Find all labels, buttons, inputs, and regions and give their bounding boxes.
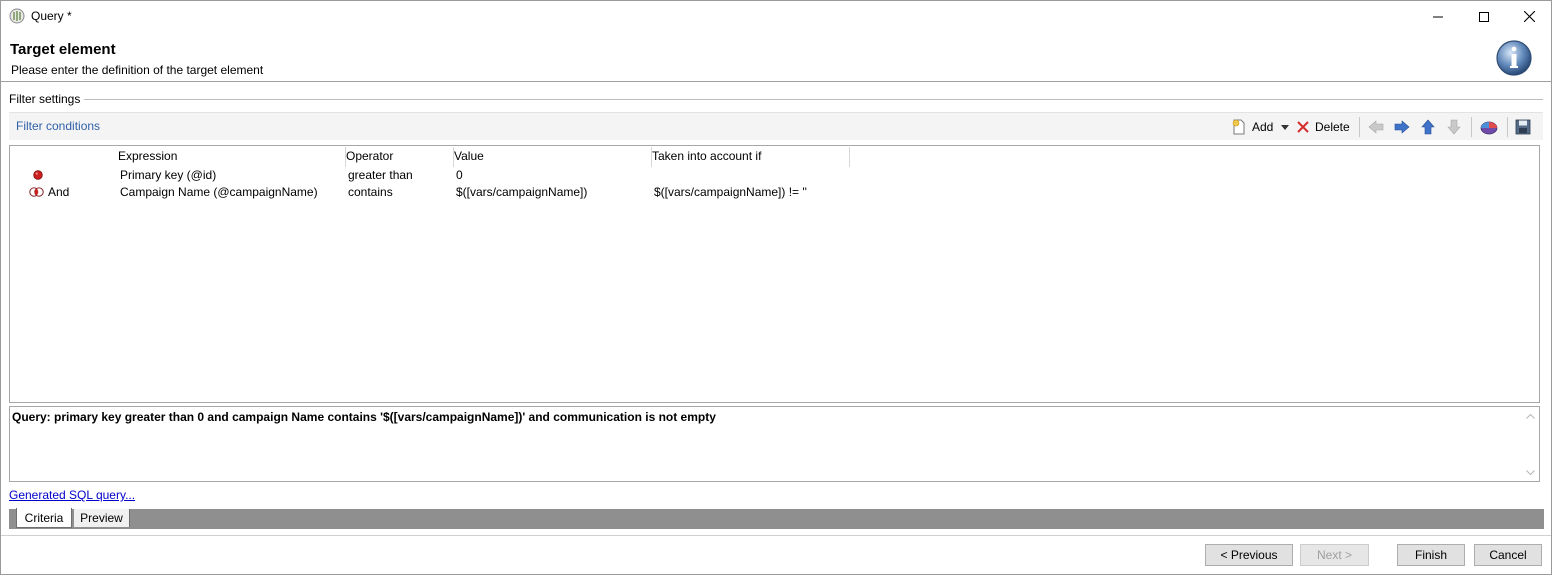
row-taken-into-account: $([vars/campaignName]) != '' bbox=[654, 185, 807, 199]
chevron-down-icon[interactable] bbox=[1281, 124, 1290, 130]
row-operator: contains bbox=[348, 185, 393, 199]
vertical-scrollbar[interactable] bbox=[1522, 407, 1539, 481]
move-left-button[interactable] bbox=[1368, 117, 1384, 137]
arrow-left-icon bbox=[1368, 120, 1384, 134]
row-expression: Primary key (@id) bbox=[120, 168, 217, 182]
maximize-button[interactable] bbox=[1461, 1, 1507, 32]
generated-sql-link[interactable]: Generated SQL query... bbox=[9, 488, 135, 502]
column-divider bbox=[849, 147, 850, 167]
app-icon bbox=[9, 8, 25, 24]
tab-strip: Criteria Preview bbox=[9, 508, 1544, 529]
distribution-button[interactable] bbox=[1480, 117, 1498, 137]
title-bar: Query * bbox=[1, 1, 1551, 32]
scroll-up-icon[interactable] bbox=[1526, 412, 1535, 421]
condition-dot-icon bbox=[33, 170, 43, 180]
filter-conditions-label: Filter conditions bbox=[16, 119, 101, 133]
row-logic-operator: And bbox=[48, 185, 70, 199]
column-header-operator[interactable]: Operator bbox=[346, 149, 393, 167]
cancel-button[interactable]: Cancel bbox=[1474, 544, 1542, 566]
filter-toolbar: Filter conditions Add Delete bbox=[9, 112, 1543, 140]
tab-preview[interactable]: Preview bbox=[74, 509, 130, 527]
previous-button[interactable]: < Previous bbox=[1205, 544, 1293, 566]
add-icon bbox=[1232, 119, 1245, 135]
delete-label: Delete bbox=[1315, 120, 1350, 134]
row-operator: greater than bbox=[348, 168, 413, 182]
maximize-icon bbox=[1479, 11, 1489, 22]
pie-chart-icon bbox=[1480, 121, 1498, 135]
move-down-button[interactable] bbox=[1446, 117, 1462, 137]
finish-button[interactable]: Finish bbox=[1397, 544, 1465, 566]
minimize-button[interactable] bbox=[1415, 1, 1461, 32]
move-right-button[interactable] bbox=[1394, 117, 1410, 137]
and-operator-icon bbox=[29, 187, 44, 197]
page-subtitle: Please enter the definition of the targe… bbox=[11, 63, 264, 77]
column-header-value[interactable]: Value bbox=[454, 149, 484, 167]
arrow-right-icon bbox=[1394, 120, 1410, 134]
toolbar-separator bbox=[1507, 117, 1508, 137]
delete-icon bbox=[1297, 121, 1309, 133]
save-button[interactable] bbox=[1515, 117, 1531, 137]
query-window: Query * Target element Please enter the … bbox=[0, 0, 1552, 575]
row-value: $([vars/campaignName]) bbox=[456, 185, 588, 199]
toolbar-separator bbox=[1359, 117, 1360, 137]
window-title: Query * bbox=[31, 9, 72, 23]
info-icon bbox=[1496, 40, 1532, 76]
delete-button[interactable]: Delete bbox=[1297, 117, 1350, 137]
column-header-taken-into-account[interactable]: Taken into account if bbox=[652, 149, 761, 167]
add-label: Add bbox=[1252, 120, 1274, 134]
conditions-list[interactable]: Expression Operator Value Taken into acc… bbox=[9, 145, 1540, 403]
close-icon bbox=[1523, 11, 1535, 22]
minimize-icon bbox=[1433, 16, 1443, 17]
move-up-button[interactable] bbox=[1420, 117, 1436, 137]
tab-criteria[interactable]: Criteria bbox=[16, 508, 72, 528]
arrow-up-icon bbox=[1421, 119, 1435, 135]
query-description[interactable]: Query: primary key greater than 0 and ca… bbox=[9, 406, 1540, 482]
next-button[interactable]: Next > bbox=[1300, 544, 1369, 566]
column-header-expression[interactable]: Expression bbox=[118, 149, 177, 167]
footer-divider bbox=[1, 535, 1551, 536]
group-divider bbox=[81, 99, 1543, 100]
row-expression: Campaign Name (@campaignName) bbox=[120, 185, 318, 199]
save-icon bbox=[1515, 119, 1531, 135]
toolbar-separator bbox=[1471, 117, 1472, 137]
scroll-down-icon[interactable] bbox=[1526, 468, 1535, 477]
query-text: Query: primary key greater than 0 and ca… bbox=[12, 410, 716, 424]
arrow-down-icon bbox=[1447, 119, 1461, 135]
wizard-header: Target element Please enter the definiti… bbox=[1, 32, 1551, 82]
add-button[interactable]: Add bbox=[1231, 117, 1290, 137]
close-button[interactable] bbox=[1506, 1, 1552, 32]
page-title: Target element bbox=[10, 41, 116, 58]
filter-settings-label: Filter settings bbox=[9, 92, 85, 106]
row-value: 0 bbox=[456, 168, 463, 182]
